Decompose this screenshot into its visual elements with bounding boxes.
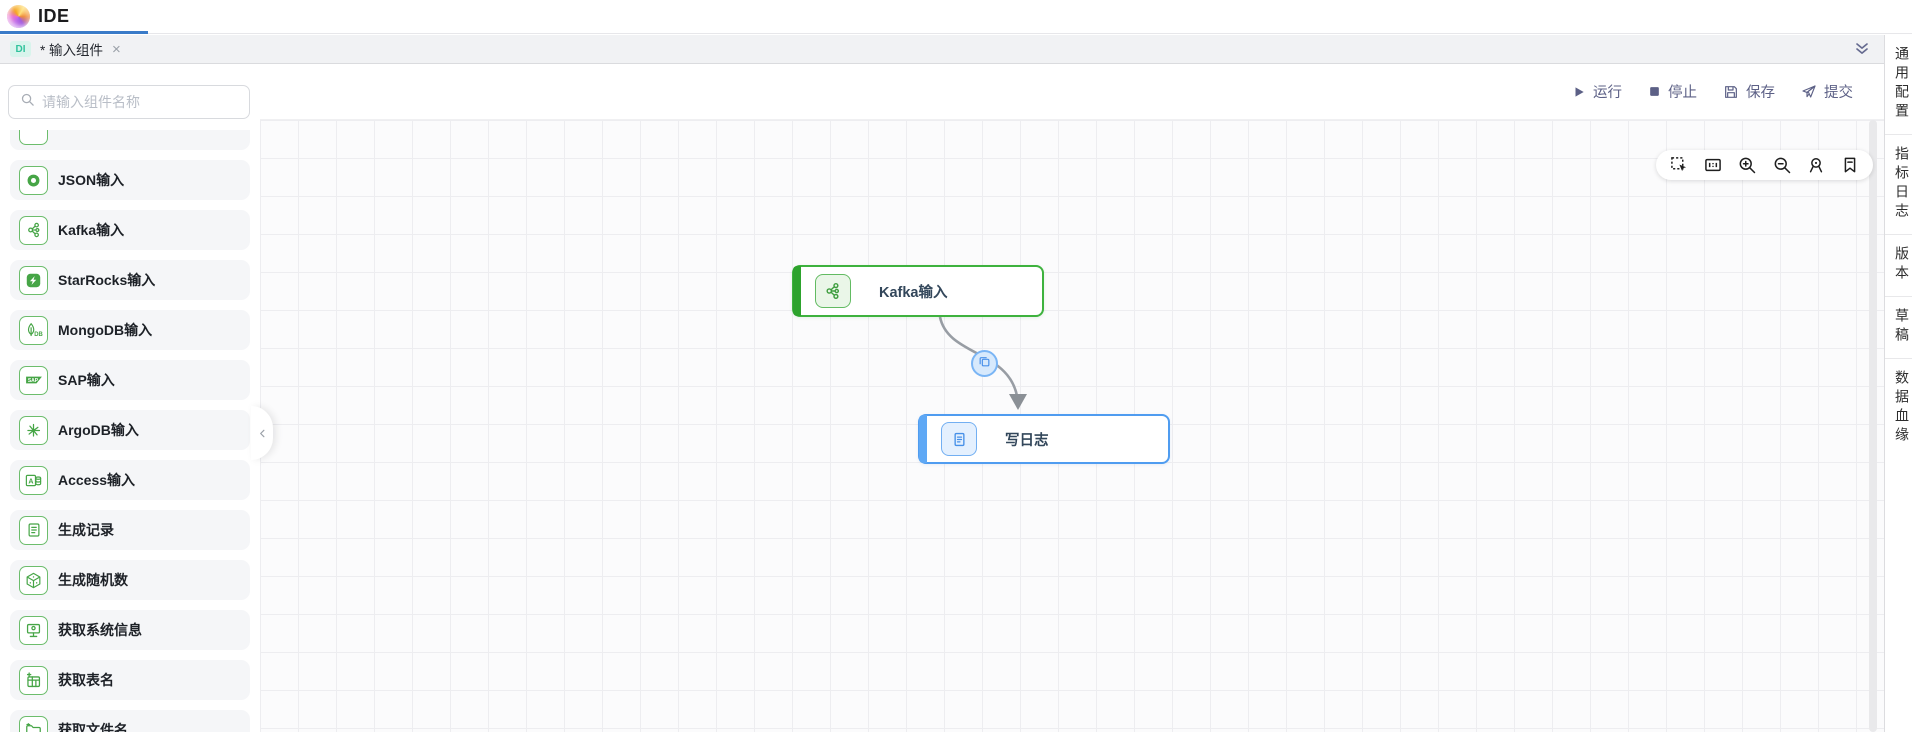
component-list: JSON输入Kafka输入StarRocks输入DBMongoDB输入SAPSA… <box>10 130 250 732</box>
locate-icon[interactable] <box>1806 155 1826 175</box>
sidebar-item-kafka[interactable]: Kafka输入 <box>10 210 250 250</box>
sidebar-item-label: StarRocks输入 <box>58 270 155 290</box>
app-title: IDE <box>38 6 70 27</box>
sidebar-item-label: Access输入 <box>58 470 135 490</box>
rail-item-0[interactable]: 通用配置 <box>1885 35 1912 135</box>
sidebar-item-label: 获取表名 <box>58 670 114 690</box>
canvas-toolbar <box>1656 150 1873 180</box>
marquee-select-icon[interactable] <box>1669 155 1689 175</box>
sidebar-item-json[interactable]: JSON输入 <box>10 160 250 200</box>
kafka-icon <box>815 274 851 308</box>
zoom-out-icon[interactable] <box>1772 155 1792 175</box>
table-icon <box>19 666 48 695</box>
sidebar-item-label: MongoDB输入 <box>58 320 152 340</box>
tab-bar: DI * 输入组件 × <box>0 35 1884 64</box>
system-icon <box>19 616 48 645</box>
node-label: Kafka输入 <box>879 281 948 302</box>
component-palette: JSON输入Kafka输入StarRocks输入DBMongoDB输入SAPSA… <box>0 64 260 732</box>
node-accent-bar <box>793 266 801 316</box>
flow-canvas[interactable]: Kafka输入 写日志 <box>260 120 1884 732</box>
stop-icon <box>1648 85 1661 98</box>
rail-item-2[interactable]: 版本 <box>1885 235 1912 297</box>
zoom-in-icon[interactable] <box>1737 155 1757 175</box>
right-rail: 通用配置指标日志版本草稿数据血缘 <box>1884 35 1912 732</box>
edge-copy-badge[interactable] <box>971 350 998 377</box>
log-document-icon <box>941 422 977 456</box>
node-label: 写日志 <box>1005 429 1049 450</box>
ide-window: IDE DI * 输入组件 × 运行 停止 保存 提交 <box>0 0 1912 732</box>
sidebar-item-label: ArgoDB输入 <box>58 420 139 440</box>
sidebar-item-system[interactable]: 获取系统信息 <box>10 610 250 650</box>
access-icon: A <box>19 466 48 495</box>
search-icon <box>20 92 35 112</box>
sidebar-item-record[interactable]: 生成记录 <box>10 510 250 550</box>
sidebar-item-label: 生成记录 <box>58 520 114 540</box>
json-icon <box>19 166 48 195</box>
vertical-scrollbar[interactable] <box>1869 120 1877 732</box>
sidebar-item-label: 生成随机数 <box>58 570 128 590</box>
component-search[interactable] <box>8 85 250 119</box>
svg-text:SAP: SAP <box>27 378 38 384</box>
sidebar-item-dice[interactable]: 生成随机数 <box>10 560 250 600</box>
rail-item-4[interactable]: 数据血缘 <box>1885 359 1912 458</box>
kafka-icon <box>19 216 48 245</box>
app-logo-icon <box>7 5 30 28</box>
tab-close-icon[interactable]: × <box>112 42 121 57</box>
submit-button[interactable]: 提交 <box>1801 81 1853 102</box>
sap-icon: SAP <box>19 366 48 395</box>
dice-icon <box>19 566 48 595</box>
run-button[interactable]: 运行 <box>1572 81 1622 102</box>
sidebar-item-sap[interactable]: SAP SAP输入 <box>10 360 250 400</box>
node-kafka-input[interactable]: Kafka输入 <box>792 265 1044 317</box>
svg-text:A: A <box>28 477 33 485</box>
node-write-log[interactable]: 写日志 <box>918 414 1170 464</box>
sidebar-item-starrocks[interactable]: StarRocks输入 <box>10 260 250 300</box>
tab-input-component[interactable]: DI * 输入组件 × <box>0 35 148 63</box>
sidebar-item-label: 获取文件名 <box>58 720 128 732</box>
sidebar-item-file[interactable]: 获取文件名 <box>10 710 250 732</box>
copy-icon <box>978 355 991 373</box>
sidebar-item-access[interactable]: A Access输入 <box>10 460 250 500</box>
fit-view-icon[interactable] <box>1703 155 1723 175</box>
rail-item-1[interactable]: 指标日志 <box>1885 135 1912 235</box>
search-input[interactable] <box>42 94 222 110</box>
component-icon <box>19 130 48 145</box>
stop-button[interactable]: 停止 <box>1648 81 1697 102</box>
node-accent-bar <box>919 415 927 463</box>
run-icon <box>1572 85 1586 99</box>
sidebar-item-argodb[interactable]: ArgoDB输入 <box>10 410 250 450</box>
paper-plane-icon <box>1801 84 1817 100</box>
starrocks-icon <box>19 266 48 295</box>
di-badge: DI <box>10 41 31 57</box>
mongodb-icon: DB <box>19 316 48 345</box>
bookmark-icon[interactable] <box>1840 155 1860 175</box>
action-toolbar: 运行 停止 保存 提交 <box>260 64 1884 120</box>
save-icon <box>1723 84 1739 100</box>
record-icon <box>19 516 48 545</box>
sidebar-item-label: JSON输入 <box>58 170 124 190</box>
tab-title: * 输入组件 <box>40 39 103 59</box>
file-icon <box>19 716 48 732</box>
svg-text:DB: DB <box>34 332 43 338</box>
sidebar-item-label: SAP输入 <box>58 370 115 390</box>
argodb-icon <box>19 416 48 445</box>
sidebar-item-label: 获取系统信息 <box>58 620 142 640</box>
save-button[interactable]: 保存 <box>1723 81 1775 102</box>
sidebar-item-label: Kafka输入 <box>58 220 124 240</box>
chevron-double-down-icon[interactable] <box>1852 39 1872 64</box>
active-tab-indicator <box>0 31 148 34</box>
app-header: IDE <box>0 0 1912 34</box>
sidebar-item-table[interactable]: 获取表名 <box>10 660 250 700</box>
sidebar-item-partial[interactable] <box>10 130 250 150</box>
rail-item-3[interactable]: 草稿 <box>1885 297 1912 359</box>
sidebar-item-mongodb[interactable]: DB MongoDB输入 <box>10 310 250 350</box>
